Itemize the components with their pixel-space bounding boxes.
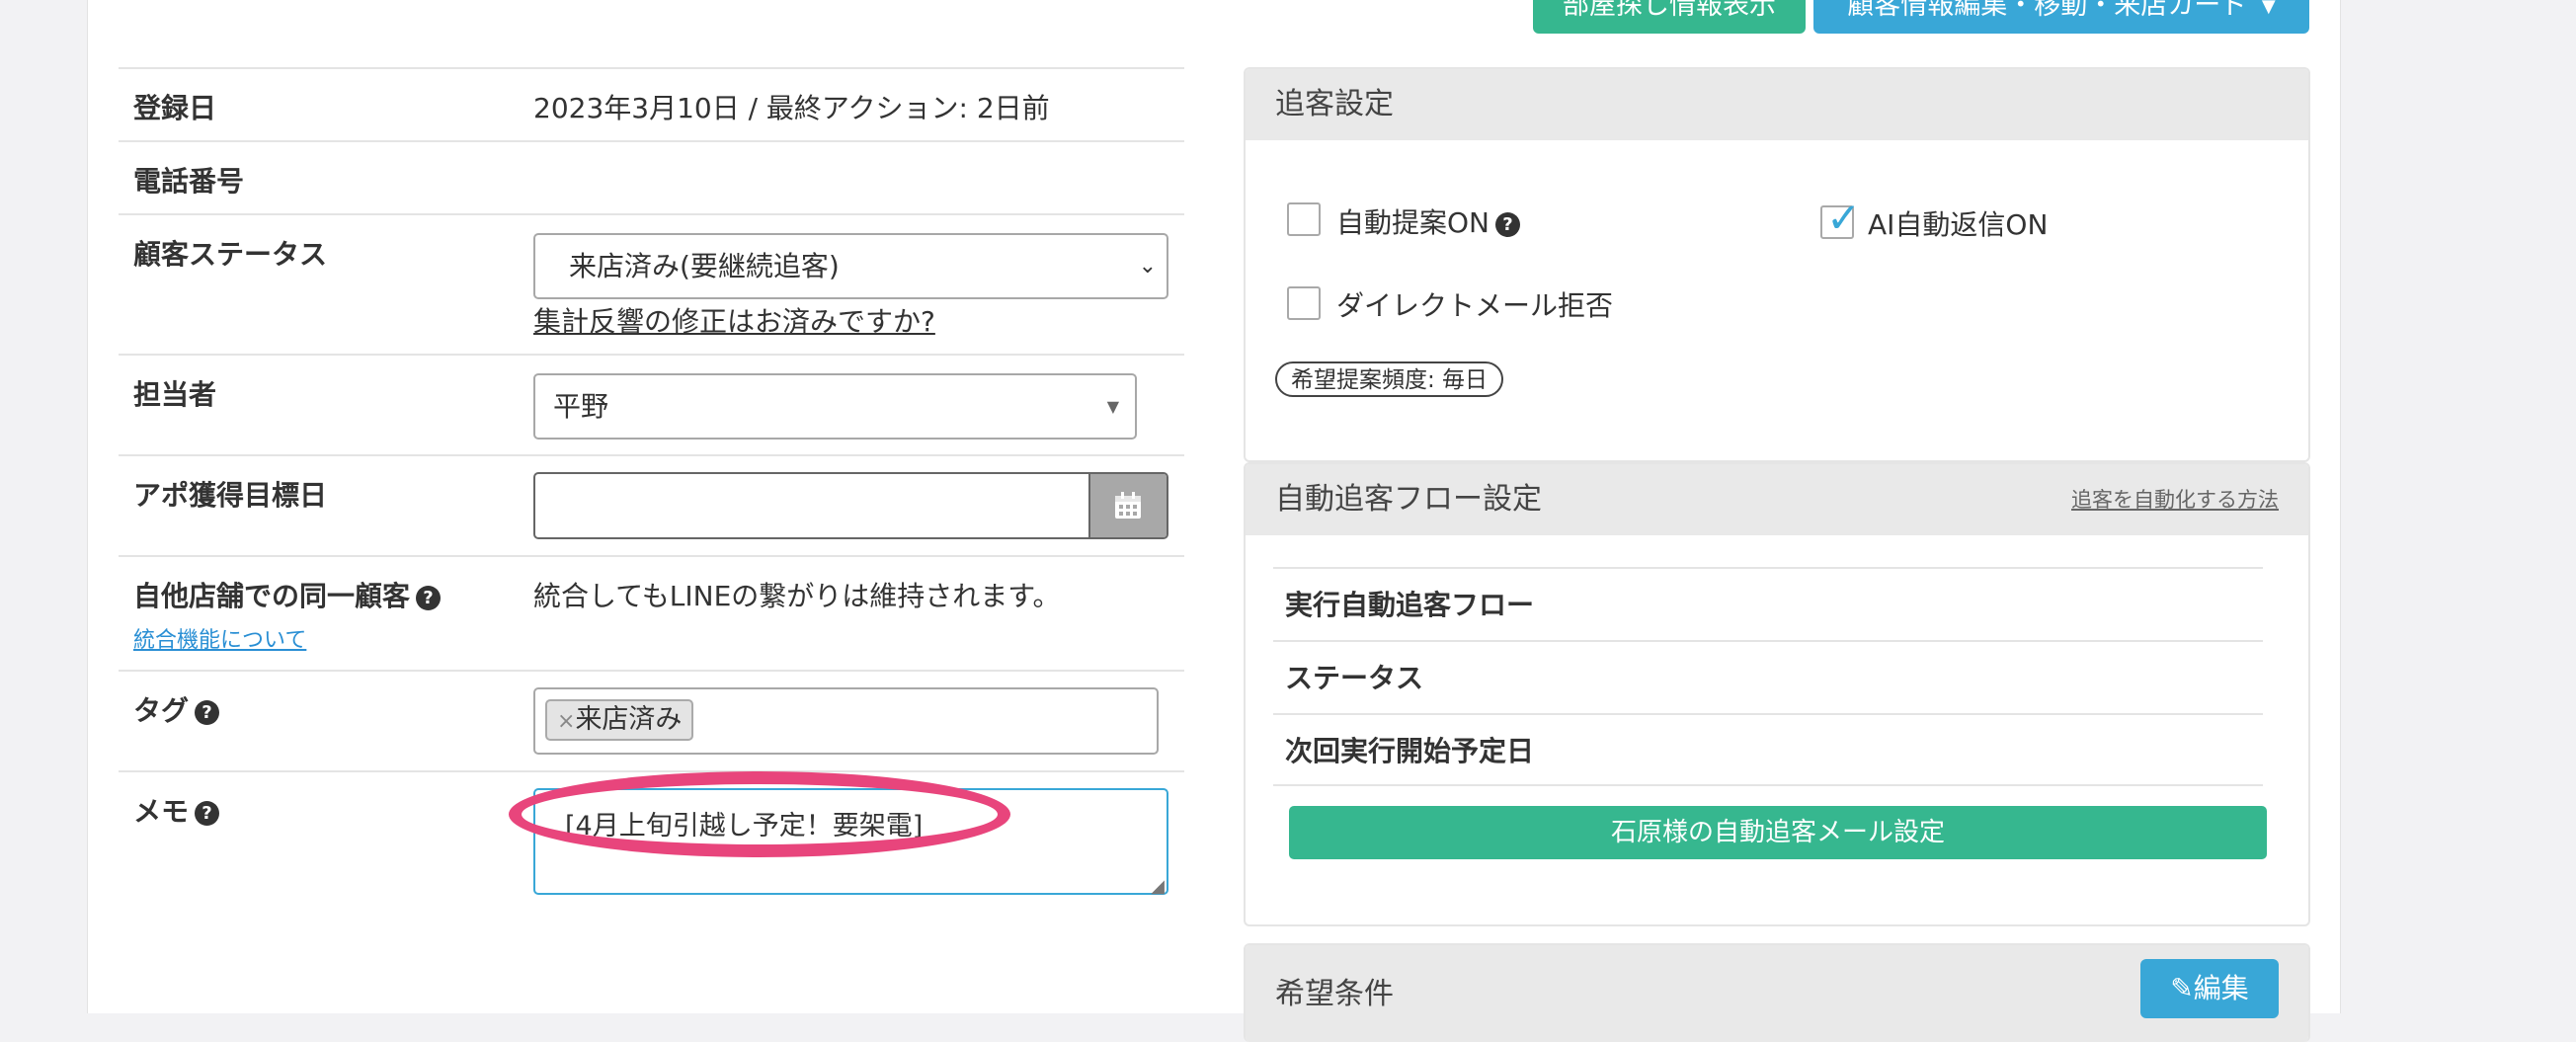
auto-proposal-checkbox[interactable] [1287,202,1321,236]
ai-reply-checkbox[interactable]: ✓ [1820,194,1861,242]
auto-proposal-label: 自動提案ON [1336,206,1489,239]
status-row: 顧客ステータス 来店済み(要継続追客) ⌄ 集計反響の修正はお済みですか? [119,213,1184,356]
question-circle-icon[interactable]: ? [195,699,220,725]
appointment-date-input[interactable] [535,474,1092,537]
question-circle-icon[interactable]: ? [416,585,442,610]
appointment-row: アポ獲得目標日 [119,454,1184,557]
chevron-down-icon: ⌄ [1138,254,1157,279]
caret-down-icon: ▼ [2261,0,2276,17]
auto-flow-title: 自動追客フロー設定 [1275,482,1542,517]
registration-row: 登録日 2023年3月10日 / 最終アクション: 2日前 [119,67,1184,142]
memo-textarea[interactable]: [4月上旬引越し予定！要架電] ◢ [533,788,1168,897]
phone-label: 電話番号 [133,165,245,198]
auto-flow-header: 自動追客フロー設定 追客を自動化する方法 [1246,464,2308,535]
status-label: 顧客ステータス [133,238,328,271]
preferences-header: 希望条件 ✎編集 [1246,945,2308,1042]
direct-mail-reject-label: ダイレクトメール拒否 [1336,289,1614,322]
memo-label-wrap: メモ? [133,790,220,830]
assignee-label: 担当者 [133,378,217,411]
preferences-title: 希望条件 [1275,977,1394,1011]
appointment-date-group [533,472,1168,539]
same-customer-label-wrap: 自他店舗での同一顧客? [133,575,442,614]
tag-chip: ×来店済み [545,699,694,741]
caret-down-icon: ▼ [1106,397,1119,416]
memo-row: メモ? [4月上旬引越し予定！要架電] ◢ [119,770,1184,930]
same-customer-label: 自他店舗での同一顧客 [133,580,411,612]
pencil-icon: ✎ [2170,972,2194,1004]
auto-proposal-label-wrap: 自動提案ON? [1336,201,1520,241]
tags-row: タグ? ×来店済み [119,670,1184,772]
memo-label: メモ [133,795,190,828]
tags-input[interactable]: ×来店済み [533,687,1159,755]
calendar-button[interactable] [1088,474,1167,537]
tag-chip-label: 来店済み [575,704,683,735]
edit-preferences-button[interactable]: ✎編集 [2140,959,2279,1018]
same-customer-value: 統合してもLINEの繋がりは維持されます。 [533,580,1061,612]
check-icon: ✓ [1826,194,1862,242]
status-select[interactable]: 来店済み(要継続追客) ⌄ [533,233,1168,299]
tags-label-wrap: タグ? [133,689,220,729]
phone-row: 電話番号 [119,140,1184,215]
registration-value: 2023年3月10日 / 最終アクション: 2日前 [533,92,1050,124]
edit-button-label: 編集 [2193,972,2249,1004]
assignee-select[interactable]: 平野 ▼ [533,373,1137,440]
room-search-button[interactable]: 部屋探し情報表示 [1533,0,1806,34]
same-customer-row: 自他店舗での同一顧客? 統合機能について 統合してもLINEの繋がりは維持されま… [119,555,1184,672]
auto-mail-settings-button[interactable]: 石原様の自動追客メール設定 [1289,806,2267,859]
follow-settings-panel: 追客設定 自動提案ON? ✓ AI自動返信ON ダイレクトメール拒否 希望提案頻… [1244,67,2310,462]
ai-reply-label: AI自動返信ON [1868,208,2049,241]
automation-howto-link[interactable]: 追客を自動化する方法 [2071,464,2279,535]
question-circle-icon[interactable]: ? [1495,211,1520,237]
assignee-row: 担当者 平野 ▼ [119,354,1184,456]
direct-mail-reject-checkbox[interactable] [1287,286,1321,320]
merge-feature-link[interactable]: 統合機能について [133,622,306,654]
flow-row-next-date: 次回実行開始予定日 [1273,713,2263,786]
registration-label: 登録日 [133,92,217,124]
customer-edit-button[interactable]: 顧客情報編集・移動・来店カード ▼ [1813,0,2309,34]
flow-row-status: ステータス [1273,640,2263,713]
assignee-selected-value: 平野 [553,390,609,423]
tags-label: タグ [133,694,190,727]
appointment-label: アポ獲得目標日 [133,479,328,512]
follow-settings-title: 追客設定 [1246,69,2308,140]
resize-handle-icon[interactable]: ◢ [1151,876,1165,897]
memo-text: [4月上旬引越し予定！要架電] [565,811,924,842]
customer-edit-label: 顧客情報編集・移動・来店カード [1847,0,2248,21]
auto-flow-panel: 自動追客フロー設定 追客を自動化する方法 実行自動追客フロー ステータス 次回実… [1244,462,2310,926]
status-fix-link[interactable]: 集計反響の修正はお済みですか? [533,300,935,340]
status-selected-value: 来店済み(要継続追客) [569,250,840,282]
calendar-icon [1115,492,1141,519]
question-circle-icon[interactable]: ? [195,800,220,826]
preferences-panel: 希望条件 ✎編集 [1244,943,2310,1042]
flow-row-executing: 実行自動追客フロー [1273,567,2263,640]
frequency-pill[interactable]: 希望提案頻度: 毎日 [1275,361,1504,397]
tag-remove-icon[interactable]: × [557,709,575,734]
